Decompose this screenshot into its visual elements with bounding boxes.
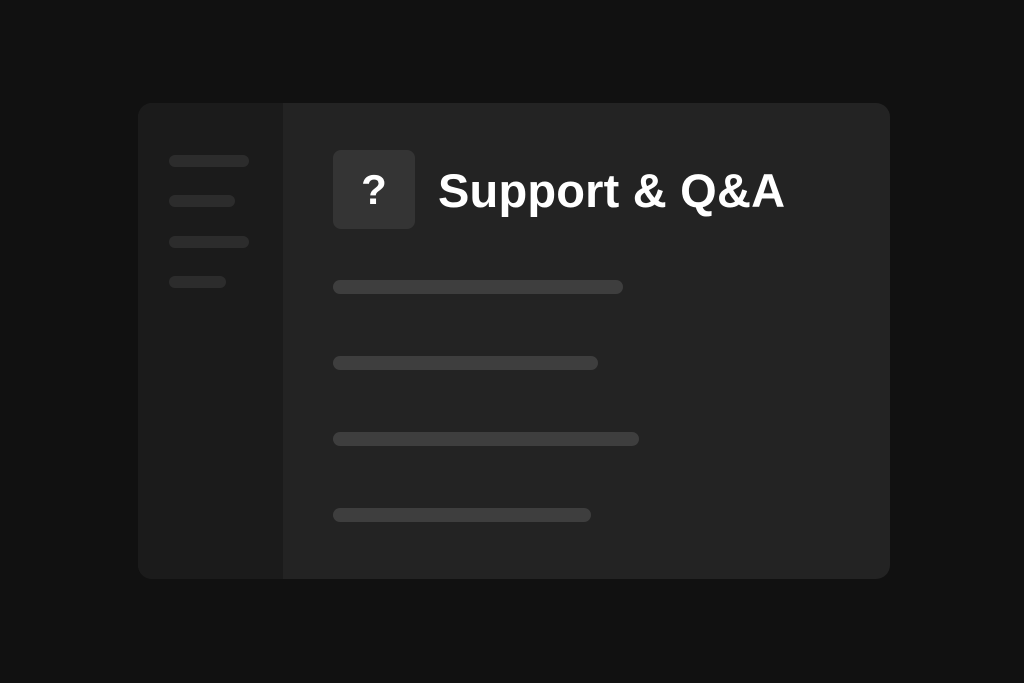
question-text-placeholder: [333, 280, 623, 294]
sidebar-item-1[interactable]: [169, 155, 249, 167]
question-text-placeholder: [333, 432, 639, 446]
support-window: ? Support & Q&A: [138, 103, 890, 579]
question-text-placeholder: [333, 356, 598, 370]
question-row[interactable]: [333, 266, 841, 330]
sidebar: [138, 103, 283, 579]
question-row[interactable]: [333, 494, 841, 558]
sidebar-item-2[interactable]: [169, 195, 235, 207]
question-mark-icon: ?: [361, 165, 387, 213]
help-icon: ?: [333, 150, 415, 229]
question-row[interactable]: [333, 418, 841, 482]
page-title: Support & Q&A: [438, 164, 786, 217]
sidebar-item-3[interactable]: [169, 236, 249, 248]
question-text-placeholder: [333, 508, 591, 522]
sidebar-item-4[interactable]: [169, 276, 226, 288]
main-content: ? Support & Q&A: [283, 103, 890, 579]
question-row[interactable]: [333, 342, 841, 406]
